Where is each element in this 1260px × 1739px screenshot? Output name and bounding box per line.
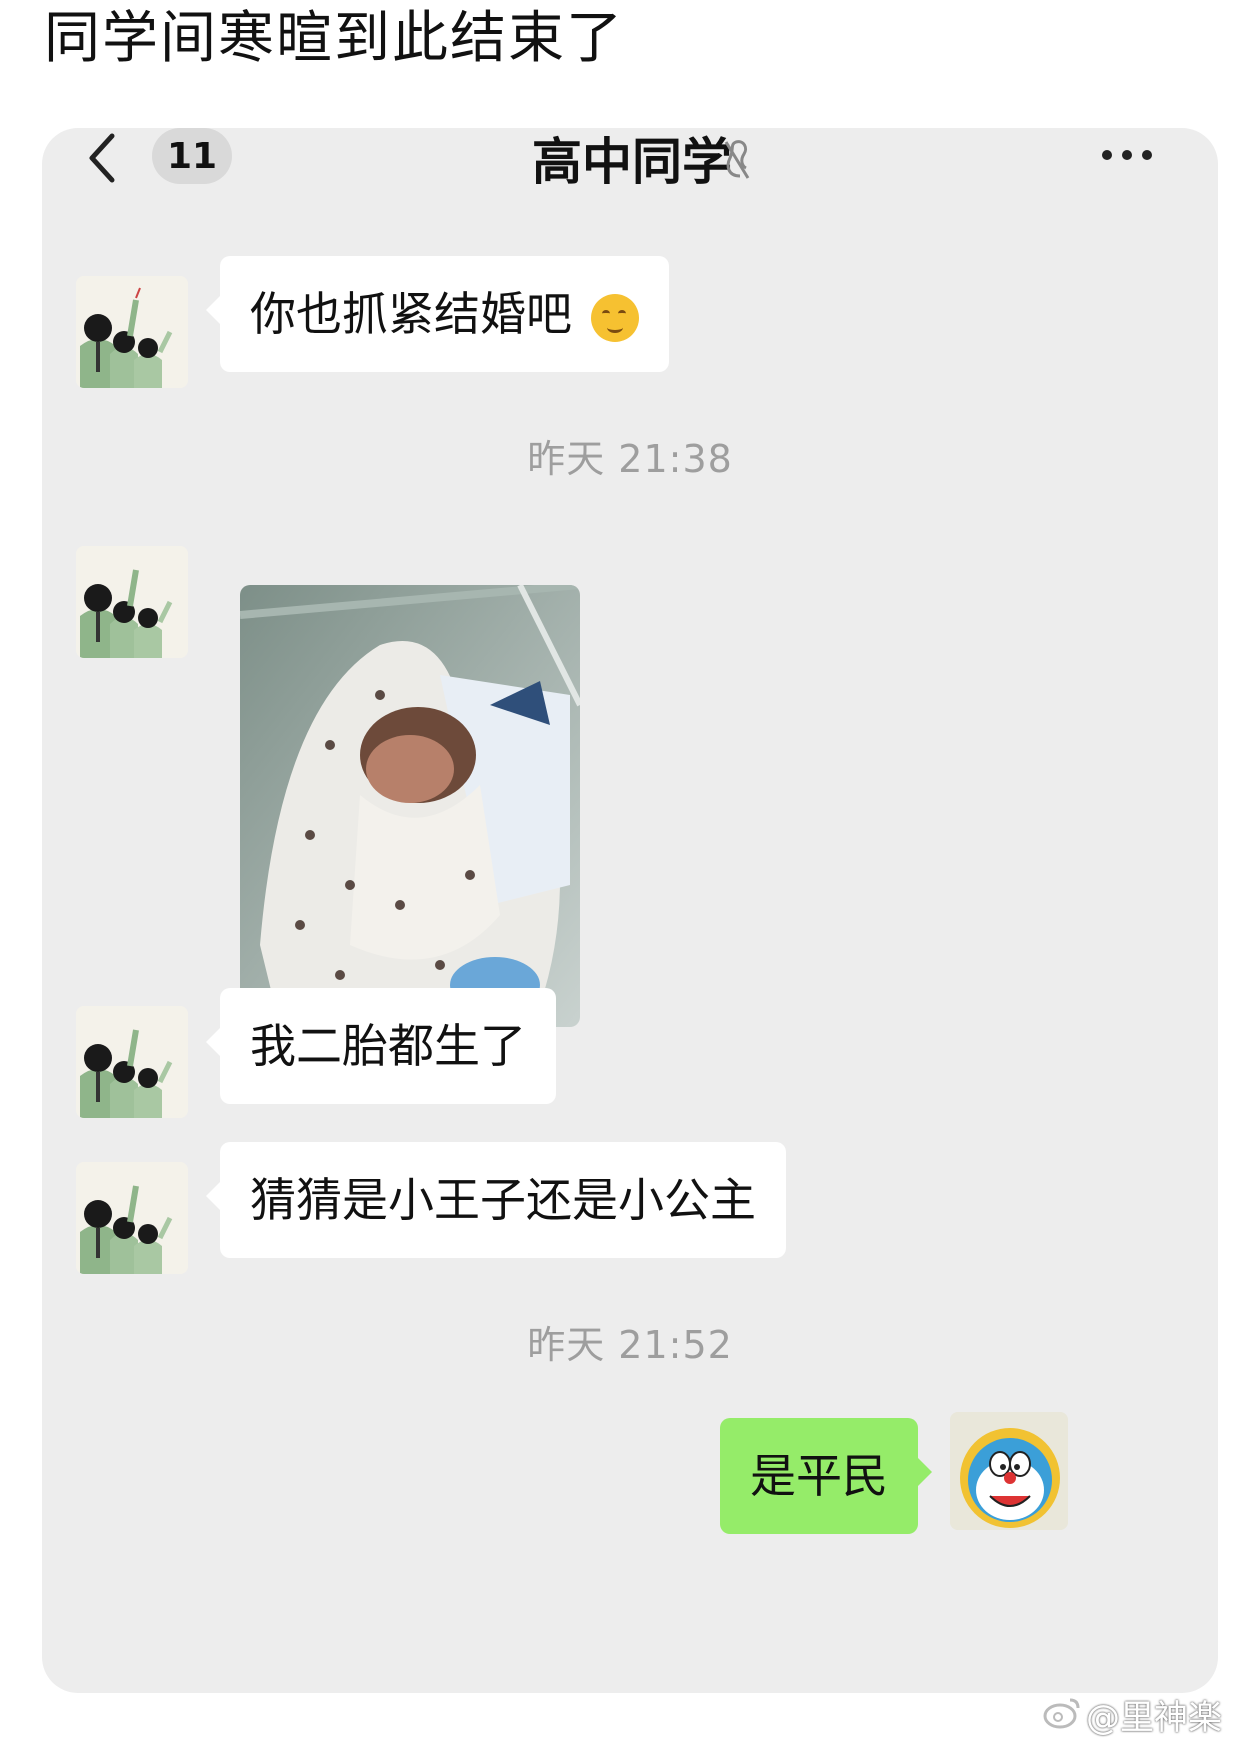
weibo-icon: [1043, 1698, 1080, 1729]
avatar-image: [76, 1162, 188, 1274]
more-icon-dot: [1142, 150, 1152, 160]
avatar[interactable]: [76, 546, 188, 658]
back-arrow-icon: [89, 133, 115, 183]
avatar-image: [76, 546, 188, 658]
my-avatar[interactable]: [950, 1412, 1068, 1530]
more-icon-dot: [1122, 150, 1132, 160]
chat-navbar: 11 高中同学: [42, 128, 1218, 191]
photo-message[interactable]: [240, 585, 580, 1027]
message-bubble[interactable]: 你也抓紧结婚吧: [206, 256, 669, 372]
unread-count-badge[interactable]: 11: [152, 128, 232, 184]
post-title: 同学间寒暄到此结束了: [44, 6, 624, 71]
message-text: 是平民: [750, 1449, 888, 1503]
more-button[interactable]: [1102, 140, 1172, 170]
timestamp: 昨天 21:52: [527, 1323, 733, 1367]
emoji-mouth: [606, 322, 623, 333]
watermark: @里神楽: [1086, 1698, 1222, 1738]
message-bubble[interactable]: 猜猜是小王子还是小公主: [206, 1142, 786, 1258]
my-message-bubble[interactable]: 是平民: [720, 1418, 932, 1534]
chat-window: 11 高中同学 你也抓紧结婚吧 昨天 21:38 我二胎都生了 猜猜是小王子还是…: [42, 128, 1218, 1693]
message-text: 你也抓紧结婚吧: [250, 287, 572, 341]
message-text: 我二胎都生了: [250, 1019, 526, 1073]
more-icon: [1102, 150, 1112, 160]
doraemon-avatar-image: [950, 1412, 1068, 1530]
avatar[interactable]: [76, 1006, 188, 1118]
baby-photo: [240, 585, 580, 1027]
avatar[interactable]: [76, 276, 188, 388]
mute-icon: [724, 140, 750, 179]
message-text: 猜猜是小王子还是小公主: [250, 1173, 756, 1227]
avatar-image: [76, 276, 188, 388]
avatar-image: [76, 1006, 188, 1118]
avatar[interactable]: [76, 1162, 188, 1274]
timestamp: 昨天 21:38: [527, 437, 733, 481]
message-bubble[interactable]: 我二胎都生了: [206, 988, 556, 1104]
back-button[interactable]: [86, 128, 130, 188]
grin-emoji-icon: [590, 293, 639, 342]
